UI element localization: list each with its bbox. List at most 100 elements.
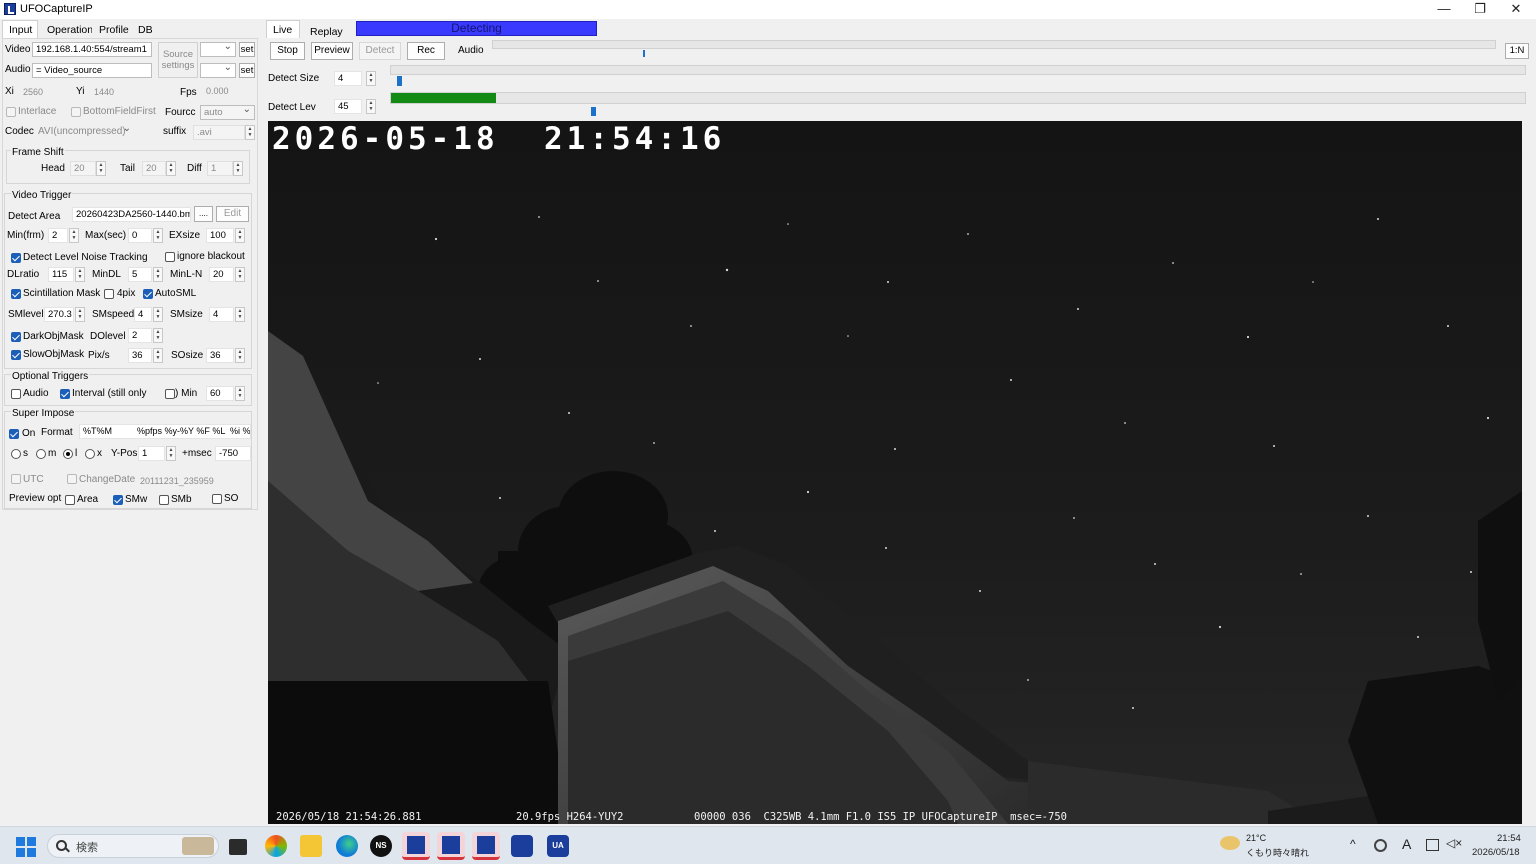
taskbar-search-box[interactable]: 検索 <box>47 834 219 858</box>
ufocapture-window-1-icon[interactable] <box>402 832 430 860</box>
maxsec-spinner[interactable]: ▲ ▼ <box>153 228 163 243</box>
detect-lev-input[interactable]: 45 <box>334 99 362 114</box>
video-set-button[interactable]: set <box>239 42 255 57</box>
exsize-spinner[interactable]: ▲ ▼ <box>235 228 245 243</box>
interlace-checkbox[interactable] <box>6 107 16 117</box>
tab-operation[interactable]: Operation <box>40 20 94 38</box>
security-tray-icon[interactable] <box>1374 839 1387 852</box>
change-date-checkbox[interactable] <box>67 474 77 484</box>
preview-button[interactable]: Preview <box>311 42 353 60</box>
smsize-spinner[interactable]: ▲ ▼ <box>235 307 245 322</box>
windows-start-icon[interactable] <box>16 837 36 857</box>
ypos-spinner[interactable]: ▲ ▼ <box>166 446 176 461</box>
radio-m[interactable] <box>36 449 46 459</box>
ignore-blackout-checkbox[interactable] <box>165 252 175 262</box>
dlratio-input[interactable]: 115 <box>48 267 74 282</box>
ufocapture-window-2-icon[interactable] <box>437 832 465 860</box>
video-source-input[interactable]: 192.168.1.40:554/stream1 <box>32 42 152 57</box>
smlevel-input[interactable]: 270.3 <box>44 307 74 322</box>
mindl-input[interactable]: 5 <box>128 267 152 282</box>
sosize-input[interactable]: 36 <box>206 348 234 363</box>
preview-so-checkbox[interactable] <box>212 494 222 504</box>
diff-input[interactable]: 1 <box>207 161 233 176</box>
ime-indicator[interactable]: A <box>1402 836 1411 852</box>
tab-replay[interactable]: Replay <box>303 22 347 40</box>
source-settings-button[interactable]: Source settings <box>158 42 198 78</box>
bff-checkbox[interactable] <box>71 107 81 117</box>
scintillation-mask-checkbox[interactable] <box>11 289 21 299</box>
audio-trigger-checkbox[interactable] <box>11 389 21 399</box>
weather-temp[interactable]: 21°C <box>1246 833 1266 843</box>
suffix-spinner[interactable]: ▲ ▼ <box>245 125 255 140</box>
preview-smw-checkbox[interactable] <box>113 495 123 505</box>
pixs-spinner[interactable]: ▲ ▼ <box>153 348 163 363</box>
interval-min-checkbox[interactable] <box>165 389 175 399</box>
ufocapture-window-4-icon[interactable] <box>511 835 533 857</box>
interval-trigger-checkbox[interactable] <box>60 389 70 399</box>
radio-s[interactable] <box>11 449 21 459</box>
smsize-input[interactable]: 4 <box>209 307 234 322</box>
detect-size-input[interactable]: 4 <box>334 71 362 86</box>
ufocapture-window-3-icon[interactable] <box>472 832 500 860</box>
close-button[interactable]: ✕ <box>1498 0 1534 19</box>
task-view-icon[interactable] <box>229 839 247 855</box>
minfrm-spinner[interactable]: ▲ ▼ <box>69 228 79 243</box>
one-n-button[interactable]: 1:N <box>1505 43 1529 59</box>
stop-button[interactable]: Stop <box>270 42 305 60</box>
diff-spinner[interactable]: ▲ ▼ <box>233 161 243 176</box>
speaker-muted-icon[interactable]: ◁× <box>1446 836 1462 850</box>
mindl-spinner[interactable]: ▲ ▼ <box>153 267 163 282</box>
detect-area-edit-button[interactable]: Edit <box>216 206 249 222</box>
audio-set-button[interactable]: set <box>239 63 255 78</box>
ypos-input[interactable]: 1 <box>138 446 165 461</box>
live-video-view[interactable]: 2026-05-18 21:54:16 2026/05/18 21:54:26.… <box>268 121 1522 824</box>
sosize-spinner[interactable]: ▲ ▼ <box>235 348 245 363</box>
tab-input[interactable]: Input <box>2 20 38 38</box>
ns-app-icon[interactable]: NS <box>370 835 392 857</box>
detect-size-slider[interactable] <box>396 76 402 86</box>
head-input[interactable]: 20 <box>70 161 96 176</box>
maxsec-input[interactable]: 0 <box>128 228 152 243</box>
detect-size-spinner[interactable]: ▲ ▼ <box>366 71 376 86</box>
clock-time[interactable]: 21:54 <box>1497 833 1521 844</box>
minfrm-input[interactable]: 2 <box>48 228 68 243</box>
autosml-checkbox[interactable] <box>143 289 153 299</box>
interval-min-spinner[interactable]: ▲ ▼ <box>235 386 245 401</box>
clock-date[interactable]: 2026/05/18 <box>1472 847 1520 858</box>
dolevel-input[interactable]: 2 <box>128 328 152 343</box>
tab-db[interactable]: DB <box>131 20 163 38</box>
detect-area-browse-button[interactable]: .... <box>194 206 213 222</box>
interval-min-input[interactable]: 60 <box>206 386 234 401</box>
superimpose-on-checkbox[interactable] <box>9 429 19 439</box>
format-input[interactable]: %T%M %pfps %y-%Y %F %L %i % <box>79 424 251 439</box>
minln-input[interactable]: 20 <box>209 267 234 282</box>
exsize-input[interactable]: 100 <box>206 228 234 243</box>
detect-button[interactable]: Detect <box>359 42 401 60</box>
network-icon[interactable] <box>1426 839 1439 851</box>
weather-icon[interactable] <box>1220 836 1240 850</box>
smspeed-spinner[interactable]: ▲ ▼ <box>153 307 163 322</box>
detect-area-input[interactable]: 20260423DA2560-1440.bmp <box>72 207 191 222</box>
slowobj-mask-checkbox[interactable] <box>11 350 21 360</box>
rec-button[interactable]: Rec <box>407 42 445 60</box>
tail-input[interactable]: 20 <box>142 161 166 176</box>
codec-select[interactable]: AVI(uncompressed) <box>38 123 134 137</box>
suffix-input[interactable]: .avi <box>193 125 245 140</box>
smlevel-spinner[interactable]: ▲ ▼ <box>75 307 85 322</box>
ufoanalyzer-icon[interactable]: UA <box>547 835 569 857</box>
video-device-select[interactable] <box>200 42 236 57</box>
audio-device-select[interactable] <box>200 63 236 78</box>
detect-lev-spinner[interactable]: ▲ ▼ <box>366 99 376 114</box>
copilot-icon[interactable] <box>265 835 287 857</box>
minln-spinner[interactable]: ▲ ▼ <box>235 267 245 282</box>
dlratio-spinner[interactable]: ▲ ▼ <box>75 267 85 282</box>
noise-tracking-checkbox[interactable] <box>11 253 21 263</box>
tray-chevron-up-icon[interactable]: ^ <box>1350 837 1356 851</box>
utc-checkbox[interactable] <box>11 474 21 484</box>
tab-profile[interactable]: Profile <box>92 20 132 38</box>
file-explorer-icon[interactable] <box>300 835 322 857</box>
minimize-button[interactable]: — <box>1426 0 1462 19</box>
detect-lev-slider[interactable] <box>591 107 597 116</box>
preview-smb-checkbox[interactable] <box>159 495 169 505</box>
darkobj-mask-checkbox[interactable] <box>11 332 21 342</box>
